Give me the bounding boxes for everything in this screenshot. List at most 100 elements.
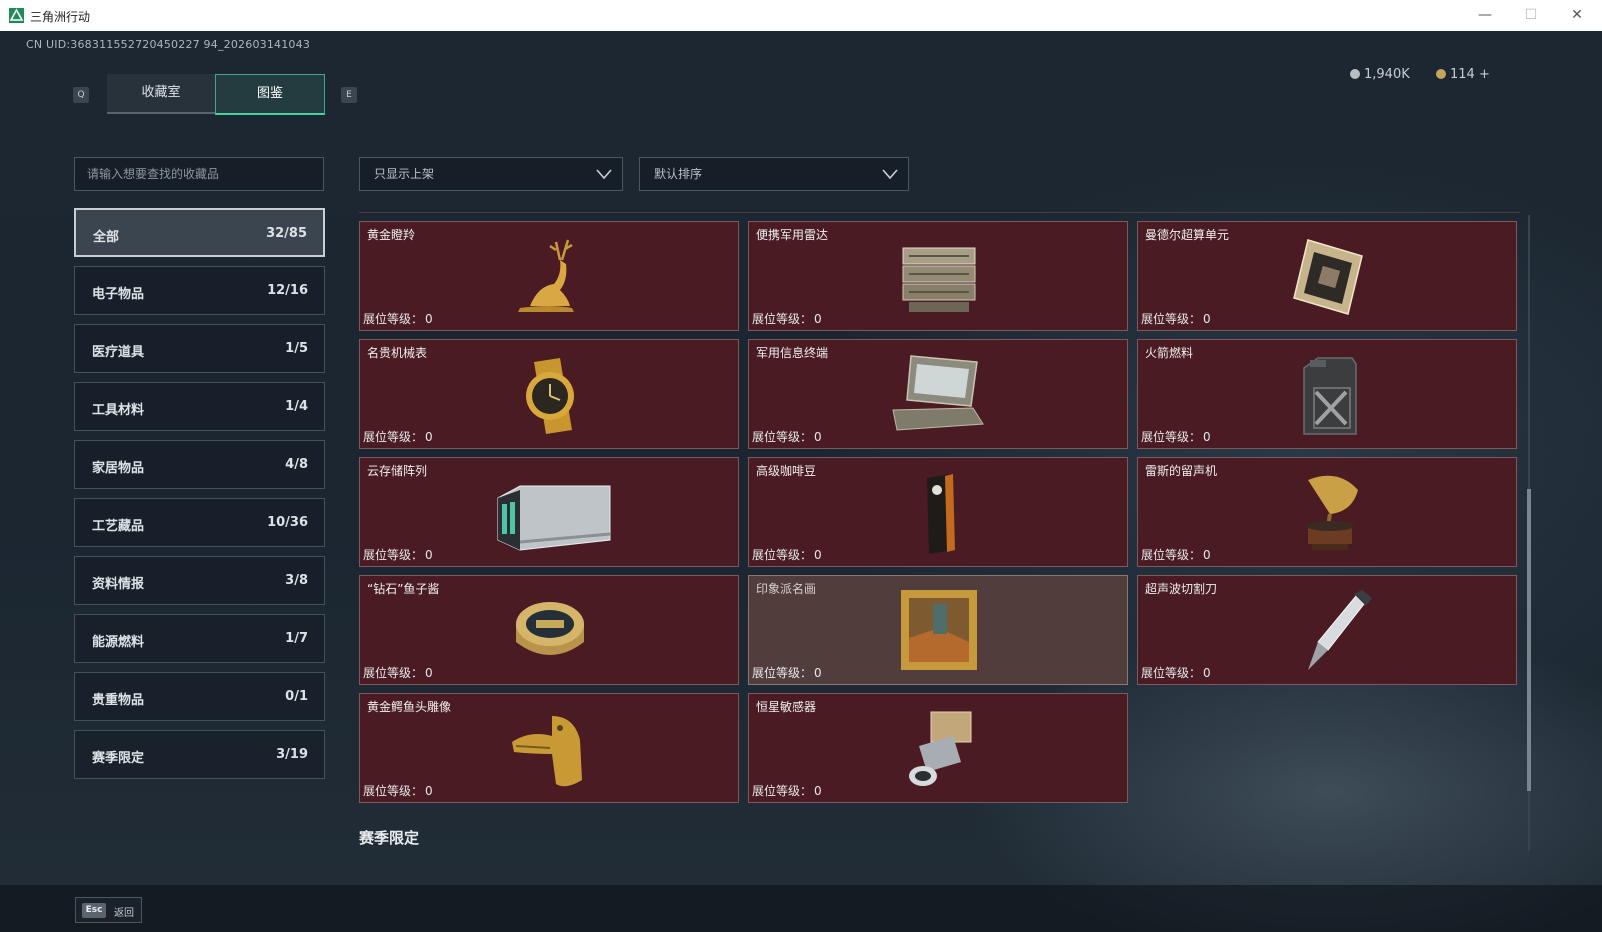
display-level: 展位等级： 0 bbox=[363, 664, 433, 681]
category-intel[interactable]: 资料情报 3/8 bbox=[74, 556, 325, 605]
next-tab-key-hint[interactable]: E bbox=[341, 87, 357, 103]
display-level-value: 0 bbox=[814, 784, 822, 798]
category-energy[interactable]: 能源燃料 1/7 bbox=[74, 614, 325, 663]
display-level-label: 展位等级： bbox=[1141, 430, 1202, 444]
display-level-label: 展位等级： bbox=[1141, 548, 1202, 562]
display-level-value: 0 bbox=[425, 548, 433, 562]
collectible-card[interactable]: 火箭燃料 展位等级： 0 bbox=[1137, 339, 1517, 449]
item-name: 超声波切割刀 bbox=[1145, 582, 1218, 596]
item-name: 黄金瞪羚 bbox=[367, 228, 416, 242]
category-label: 贵重物品 bbox=[92, 693, 145, 708]
esc-key-icon: Esc bbox=[82, 903, 106, 918]
display-level-value: 0 bbox=[814, 548, 822, 562]
display-level-label: 展位等级： bbox=[363, 430, 424, 444]
category-household[interactable]: 家居物品 4/8 bbox=[74, 440, 325, 489]
category-electronics[interactable]: 电子物品 12/16 bbox=[74, 266, 325, 315]
sort-dropdown[interactable]: 默认排序 bbox=[639, 157, 909, 191]
collectible-card[interactable]: 黄金瞪羚 展位等级： 0 bbox=[359, 221, 739, 331]
display-level-value: 0 bbox=[1203, 666, 1211, 680]
collectible-card[interactable]: 名贵机械表 展位等级： 0 bbox=[359, 339, 739, 449]
minimize-button[interactable]: — bbox=[1470, 4, 1500, 26]
item-name: 印象派名画 bbox=[756, 582, 817, 596]
currency-gold[interactable]: 114 + bbox=[1436, 67, 1490, 82]
storage-array-icon bbox=[497, 485, 611, 551]
category-label: 能源燃料 bbox=[92, 635, 145, 650]
collectible-card[interactable]: 印象派名画 展位等级： 0 bbox=[748, 575, 1128, 685]
display-level: 展位等级： 0 bbox=[752, 310, 822, 327]
radar-icon bbox=[902, 247, 976, 312]
display-level-value: 0 bbox=[425, 312, 433, 326]
grid-scrollbar-thumb[interactable] bbox=[1527, 489, 1531, 791]
caviar-tin-icon bbox=[516, 602, 584, 655]
item-name: 名贵机械表 bbox=[367, 346, 428, 360]
cpu-icon bbox=[1293, 239, 1363, 315]
collectible-card[interactable]: 雷斯的留声机 展位等级： 0 bbox=[1137, 457, 1517, 567]
shelf-filter-dropdown[interactable]: 只显示上架 bbox=[359, 157, 623, 191]
collectible-card[interactable]: “钻石”鱼子酱 展位等级： 0 bbox=[359, 575, 739, 685]
category-label: 工艺藏品 bbox=[92, 519, 145, 534]
display-level-value: 0 bbox=[425, 784, 433, 798]
display-level-value: 0 bbox=[1203, 548, 1211, 562]
category-all[interactable]: 全部 32/85 bbox=[74, 208, 325, 257]
section-title-season-limited: 赛季限定 bbox=[359, 829, 420, 847]
category-tools[interactable]: 工具材料 1/4 bbox=[74, 382, 325, 431]
collectible-card[interactable]: 云存储阵列 展位等级： 0 bbox=[359, 457, 739, 567]
display-level-value: 0 bbox=[814, 430, 822, 444]
category-label: 工具材料 bbox=[92, 403, 145, 418]
collectible-card[interactable]: 黄金鳄鱼头雕像 展位等级： 0 bbox=[359, 693, 739, 803]
cutter-icon bbox=[1308, 590, 1372, 670]
close-button[interactable]: ✕ bbox=[1562, 4, 1592, 26]
display-level: 展位等级： 0 bbox=[1141, 310, 1211, 327]
item-name: 高级咖啡豆 bbox=[756, 464, 817, 478]
maximize-button[interactable]: ☐ bbox=[1516, 4, 1546, 26]
window-titlebar: 三角洲行动 — ☐ ✕ bbox=[0, 0, 1602, 31]
category-label: 电子物品 bbox=[92, 287, 145, 302]
silver-amount: 1,940K bbox=[1364, 67, 1410, 82]
collection-search-input[interactable] bbox=[74, 157, 324, 191]
category-count: 1/7 bbox=[285, 631, 308, 646]
collectible-card[interactable]: 超声波切割刀 展位等级： 0 bbox=[1137, 575, 1517, 685]
category-count: 32/85 bbox=[266, 226, 307, 241]
category-count: 3/19 bbox=[276, 747, 308, 762]
item-name: 云存储阵列 bbox=[367, 464, 428, 478]
chevron-down-icon bbox=[882, 169, 898, 180]
grid-divider bbox=[359, 212, 1520, 213]
sort-value: 默认排序 bbox=[654, 167, 703, 181]
display-level-label: 展位等级： bbox=[752, 666, 813, 680]
crocodile-head-icon bbox=[512, 716, 582, 787]
display-level-label: 展位等级： bbox=[752, 548, 813, 562]
coffee-bag-icon bbox=[927, 474, 955, 554]
gazelle-icon bbox=[518, 239, 574, 312]
category-medical[interactable]: 医疗道具 1/5 bbox=[74, 324, 325, 373]
display-level: 展位等级： 0 bbox=[752, 428, 822, 445]
category-season-limited[interactable]: 赛季限定 3/19 bbox=[74, 730, 325, 779]
category-crafts[interactable]: 工艺藏品 10/36 bbox=[74, 498, 325, 547]
category-count: 0/1 bbox=[285, 689, 308, 704]
tab-catalog[interactable]: 图鉴 bbox=[215, 74, 325, 115]
display-level: 展位等级： 0 bbox=[752, 664, 822, 681]
back-label: 返回 bbox=[114, 908, 134, 919]
back-button[interactable]: Esc 返回 bbox=[75, 897, 142, 923]
display-level: 展位等级： 0 bbox=[1141, 546, 1211, 563]
chevron-down-icon bbox=[596, 169, 612, 180]
collectible-card[interactable]: 军用信息终端 展位等级： 0 bbox=[748, 339, 1128, 449]
collectible-card[interactable]: 便携军用雷达 展位等级： 0 bbox=[748, 221, 1128, 331]
collectible-card[interactable]: 曼德尔超算单元 展位等级： 0 bbox=[1137, 221, 1517, 331]
category-label: 家居物品 bbox=[92, 461, 145, 476]
collection-screen: CN UID:368311552720450227 94_20260314104… bbox=[0, 31, 1602, 932]
category-valuables[interactable]: 贵重物品 0/1 bbox=[74, 672, 325, 721]
gold-amount: 114 + bbox=[1450, 67, 1490, 82]
category-label: 赛季限定 bbox=[92, 751, 145, 766]
silver-coin-icon bbox=[1350, 69, 1360, 79]
tab-collection-room[interactable]: 收藏室 bbox=[107, 74, 215, 114]
currency-silver: 1,940K bbox=[1350, 67, 1410, 82]
display-level-label: 展位等级： bbox=[363, 784, 424, 798]
display-level-label: 展位等级： bbox=[363, 548, 424, 562]
display-level: 展位等级： 0 bbox=[363, 428, 433, 445]
collectible-card[interactable]: 高级咖啡豆 展位等级： 0 bbox=[748, 457, 1128, 567]
collectible-card[interactable]: 恒星敏感器 展位等级： 0 bbox=[748, 693, 1128, 803]
prev-tab-key-hint[interactable]: Q bbox=[73, 87, 89, 103]
player-uid: CN UID:368311552720450227 94_20260314104… bbox=[26, 38, 311, 51]
category-count: 1/4 bbox=[285, 399, 308, 414]
shelf-filter-value: 只显示上架 bbox=[374, 167, 435, 181]
